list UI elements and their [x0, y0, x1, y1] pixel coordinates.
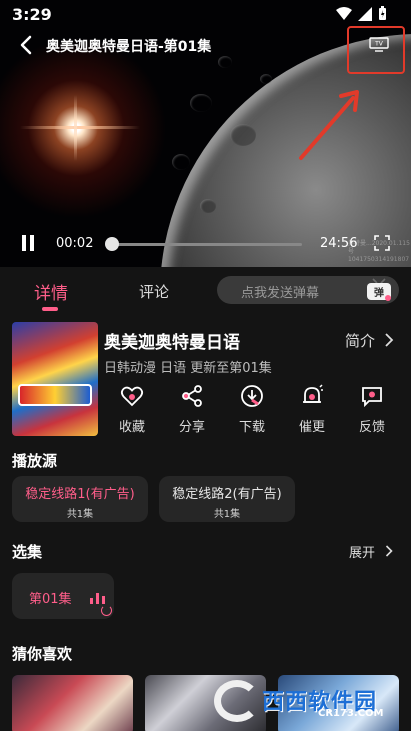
- favorite-button[interactable]: 收藏: [104, 384, 160, 435]
- source-line-1[interactable]: 稳定线路1(有广告) 共1集: [12, 476, 148, 522]
- source-section-title: 播放源: [12, 452, 58, 470]
- source-line-2[interactable]: 稳定线路2(有广告) 共1集: [159, 476, 295, 522]
- site-watermark-logo: [214, 680, 260, 722]
- video-star-flare-vertical: [74, 95, 77, 161]
- progress-thumb[interactable]: [104, 237, 119, 251]
- share-label: 分享: [178, 420, 205, 435]
- danmu-placeholder: 点我发送弹幕: [241, 286, 320, 301]
- video-title: 奥美迦奥特曼日语-第01集: [46, 39, 212, 55]
- back-icon[interactable]: [16, 34, 38, 56]
- source-line-1-count: 共1集: [66, 509, 94, 520]
- episode-item[interactable]: 第01集: [12, 573, 114, 619]
- share-button[interactable]: 分享: [164, 384, 220, 435]
- status-bar: 3:29: [0, 0, 411, 28]
- show-title: 奥美迦奥特曼日语: [104, 333, 240, 353]
- video-star-flare: [20, 126, 140, 129]
- heart-icon: [120, 386, 144, 407]
- playing-indicator-icon: [90, 593, 105, 604]
- video-player[interactable]: 3:29 奥美迦奥特曼日语-第01集 TV 奥特曼...2020.01.115号…: [0, 0, 411, 267]
- bell-icon: [303, 384, 323, 403]
- source-line-2-name: 稳定线路2(有广告): [172, 487, 282, 502]
- wifi-icon: [336, 6, 352, 20]
- tab-active-indicator: [42, 307, 58, 311]
- tv-cast-icon[interactable]: TV: [369, 37, 389, 52]
- pause-icon[interactable]: [20, 234, 36, 252]
- episode-label: 第01集: [29, 592, 72, 607]
- source-line-1-name: 稳定线路1(有广告): [25, 487, 135, 502]
- player-controls: 00:02 24:56: [0, 228, 411, 260]
- tab-detail[interactable]: 详情: [34, 279, 68, 304]
- site-watermark: 西西软件园 CR173.COM: [214, 680, 402, 722]
- fullscreen-icon[interactable]: [374, 235, 390, 251]
- show-poster[interactable]: [12, 322, 98, 436]
- favorite-label: 收藏: [118, 420, 145, 435]
- tab-comment[interactable]: 评论: [139, 281, 169, 302]
- status-time: 3:29: [12, 5, 52, 24]
- expand-button[interactable]: 展开: [349, 542, 375, 561]
- danmu-icon-text: 弹: [374, 286, 384, 299]
- recommend-section-title: 猜你喜欢: [12, 645, 73, 663]
- feedback-button[interactable]: 反馈: [344, 384, 400, 435]
- cast-button-label: TV: [374, 41, 384, 48]
- show-meta: 日韩动漫 日语 更新至第01集: [104, 361, 272, 376]
- feedback-label: 反馈: [358, 420, 385, 435]
- progress-bar[interactable]: [107, 243, 302, 246]
- action-bar: 收藏 分享 下载 催更 反馈: [104, 384, 404, 436]
- duration-time: 24:56: [320, 236, 358, 251]
- download-button[interactable]: 下载: [224, 384, 280, 435]
- annotation-arrow: [299, 90, 359, 160]
- chevron-right-icon[interactable]: [384, 333, 394, 347]
- site-watermark-domain: CR173.COM: [318, 708, 384, 719]
- battery-icon: [379, 6, 386, 20]
- recommend-item[interactable]: [12, 675, 133, 731]
- source-line-2-count: 共1集: [213, 509, 241, 520]
- loading-ring-icon: [101, 605, 112, 616]
- episode-section-title: 选集: [12, 543, 43, 561]
- system-icons: [336, 6, 387, 21]
- danmu-input[interactable]: 点我发送弹幕 弹: [217, 276, 399, 304]
- danmu-tv-icon[interactable]: 弹: [363, 276, 395, 304]
- urge-update-button[interactable]: 催更: [284, 384, 340, 435]
- intro-button[interactable]: 简介: [345, 330, 375, 351]
- share-icon: [182, 385, 202, 407]
- signal-icon: [358, 6, 372, 21]
- chevron-right-icon[interactable]: [385, 545, 393, 557]
- current-time: 00:02: [56, 236, 94, 251]
- download-label: 下载: [238, 420, 265, 435]
- urge-update-label: 催更: [298, 420, 325, 435]
- poster-logo: [18, 384, 92, 406]
- feedback-icon: [362, 387, 382, 408]
- download-icon: [241, 385, 263, 407]
